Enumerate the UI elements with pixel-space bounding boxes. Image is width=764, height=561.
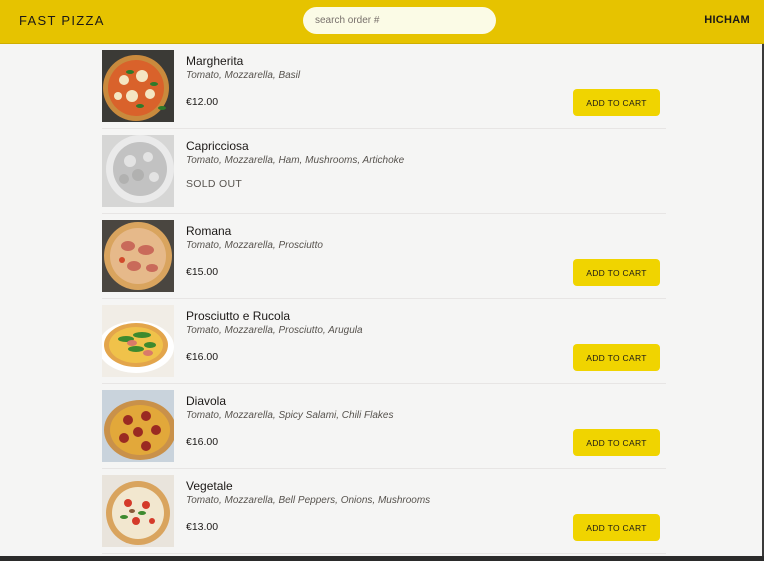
diavola-pizza-image — [102, 390, 174, 462]
add-to-cart-button[interactable]: ADD TO CART — [573, 429, 660, 456]
pizza-name: Prosciutto e Rucola — [186, 309, 291, 323]
app-logo[interactable]: FAST PIZZA — [19, 13, 105, 28]
pizza-name: Capricciosa — [186, 139, 249, 153]
pizza-ingredients: Tomato, Mozzarella, Spicy Salami, Chili … — [186, 410, 394, 421]
romana-pizza-image — [102, 220, 174, 292]
sold-out-label: SOLD OUT — [186, 178, 243, 190]
menu-item: Romana Tomato, Mozzarella, Prosciutto €1… — [102, 214, 666, 299]
username: HICHAM — [704, 14, 750, 26]
pizza-ingredients: Tomato, Mozzarella, Ham, Mushrooms, Arti… — [186, 155, 405, 166]
pizza-name: Diavola — [186, 394, 227, 408]
add-to-cart-button[interactable]: ADD TO CART — [573, 514, 660, 541]
capricciosa-pizza-image — [102, 135, 174, 207]
search-order-input[interactable] — [303, 7, 496, 34]
add-to-cart-button[interactable]: ADD TO CART — [573, 259, 660, 286]
window-bottom-bar — [0, 556, 764, 561]
margherita-pizza-image — [102, 50, 174, 122]
pizza-name: Vegetale — [186, 479, 233, 493]
pizza-price: €15.00 — [186, 266, 219, 278]
menu-item: Vegetale Tomato, Mozzarella, Bell Pepper… — [102, 469, 666, 554]
pizza-price: €12.00 — [186, 96, 219, 108]
header-bar: FAST PIZZA HICHAM — [0, 0, 764, 44]
add-to-cart-button[interactable]: ADD TO CART — [573, 89, 660, 116]
pizza-ingredients: Tomato, Mozzarella, Prosciutto — [186, 240, 323, 251]
pizza-ingredients: Tomato, Mozzarella, Prosciutto, Arugula — [186, 325, 363, 336]
add-to-cart-button[interactable]: ADD TO CART — [573, 344, 660, 371]
menu-item: Margherita Tomato, Mozzarella, Basil €12… — [102, 44, 666, 129]
pizza-name: Romana — [186, 224, 232, 238]
menu-item: Diavola Tomato, Mozzarella, Spicy Salami… — [102, 384, 666, 469]
pizza-price: €13.00 — [186, 521, 219, 533]
pizza-ingredients: Tomato, Mozzarella, Basil — [186, 70, 301, 81]
pizza-price: €16.00 — [186, 436, 219, 448]
pizza-price: €16.00 — [186, 351, 219, 363]
pizza-ingredients: Tomato, Mozzarella, Bell Peppers, Onions… — [186, 495, 431, 506]
pizza-name: Margherita — [186, 54, 244, 68]
prosciutto-rucola-pizza-image — [102, 305, 174, 377]
vegetale-pizza-image — [102, 475, 174, 547]
menu-item: Prosciutto e Rucola Tomato, Mozzarella, … — [102, 299, 666, 384]
menu-item: Capricciosa Tomato, Mozzarella, Ham, Mus… — [102, 129, 666, 214]
menu-list: Margherita Tomato, Mozzarella, Basil €12… — [102, 44, 666, 554]
